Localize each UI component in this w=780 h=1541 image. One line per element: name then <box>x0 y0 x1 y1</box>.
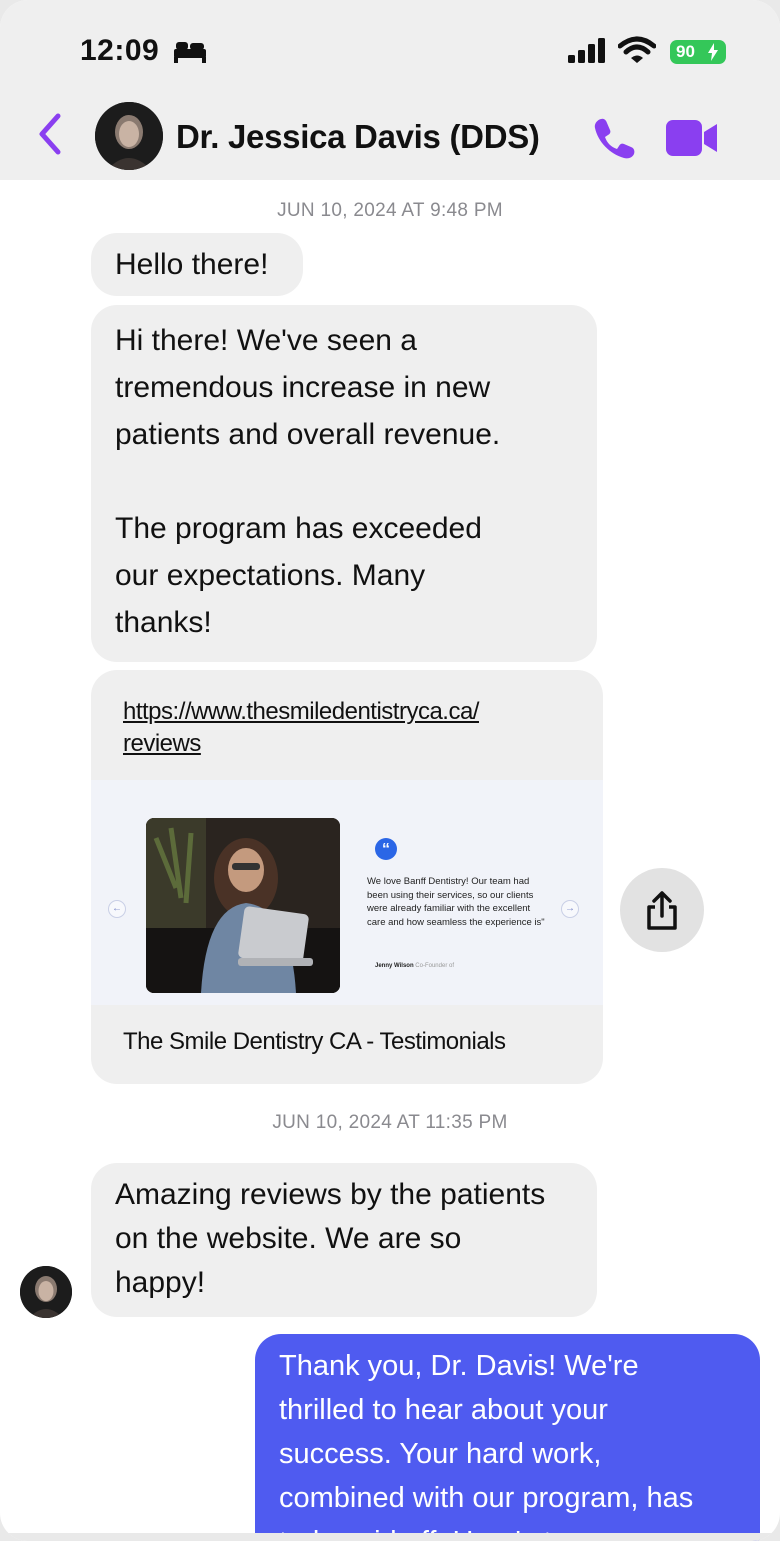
timestamp: JUN 10, 2024 AT 9:48 PM <box>277 200 503 221</box>
back-chevron-icon[interactable] <box>34 112 64 156</box>
signal-icon <box>568 38 605 63</box>
link-url[interactable]: https://www.thesmiledentistryca.ca/ revi… <box>123 696 543 760</box>
message-text: Thank you, Dr. Davis! We're thrilled to … <box>279 1350 694 1541</box>
message-text: Hello there! <box>115 248 269 281</box>
phone-icon[interactable] <box>592 116 636 160</box>
incoming-message[interactable]: Hello there! <box>91 233 303 296</box>
bottom-edge <box>0 1533 780 1541</box>
avatar[interactable] <box>20 1266 72 1318</box>
avatar-portrait <box>95 102 163 170</box>
author-role: Co-Founder of <box>415 963 454 969</box>
link-url-line: https://www.thesmiledentistryca.ca/ <box>123 698 479 725</box>
incoming-message[interactable]: Amazing reviews by the patients on the w… <box>91 1163 597 1317</box>
avatar[interactable] <box>95 102 163 170</box>
link-title: The Smile Dentistry CA - Testimonials <box>123 1028 506 1055</box>
avatar-portrait <box>20 1266 72 1318</box>
bolt-icon <box>708 43 718 61</box>
quote-icon: “ <box>375 838 397 860</box>
battery-charging-icon: 90 <box>670 40 726 64</box>
messages-screen: 12:09 90 Dr. Jessica Davis (DDS) JUN 10,… <box>0 0 780 1541</box>
author-name: Jenny Wilson <box>375 963 414 969</box>
testimonial-photo <box>146 818 340 993</box>
status-time: 12:09 <box>80 34 160 67</box>
link-preview-image: ← “ We love Banff Dentistry! Our team ha… <box>91 780 603 1005</box>
testimonial-author: Jenny Wilson Co-Founder of <box>375 963 454 969</box>
contact-name[interactable]: Dr. Jessica Davis (DDS) <box>176 118 540 156</box>
testimonial-quote: We love Banff Dentistry! Our team had be… <box>367 876 545 928</box>
share-icon <box>647 891 677 930</box>
incoming-message[interactable]: Hi there! We've seen a tremendous increa… <box>91 305 597 662</box>
wifi-icon <box>618 36 656 63</box>
prev-arrow-icon: ← <box>108 900 126 918</box>
outgoing-message[interactable]: Thank you, Dr. Davis! We're thrilled to … <box>255 1334 760 1541</box>
message-text: Amazing reviews by the patients on the w… <box>115 1178 546 1299</box>
link-preview-card[interactable]: https://www.thesmiledentistryca.ca/ revi… <box>91 670 603 1084</box>
link-url-line: reviews <box>123 730 201 757</box>
battery-level: 90 <box>676 42 695 61</box>
next-arrow-icon: → <box>561 900 579 918</box>
woman-with-laptop-illustration <box>146 818 340 993</box>
share-button[interactable] <box>620 868 704 952</box>
message-text: Hi there! We've seen a tremendous increa… <box>115 324 501 639</box>
bed-icon <box>174 42 206 63</box>
top-bar: 12:09 90 Dr. Jessica Davis (DDS) <box>0 0 780 180</box>
video-camera-icon[interactable] <box>666 120 718 156</box>
timestamp: JUN 10, 2024 AT 11:35 PM <box>272 1112 508 1133</box>
